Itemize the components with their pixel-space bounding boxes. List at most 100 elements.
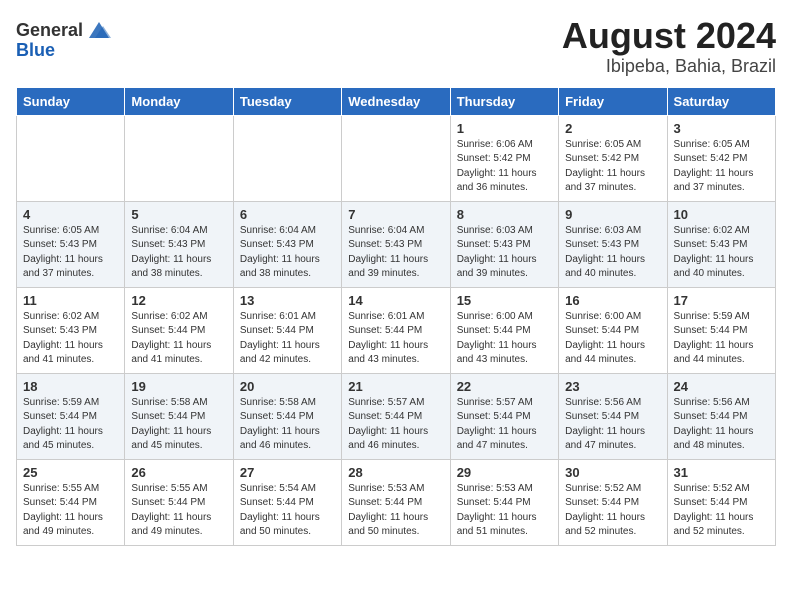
day-number: 25 [23, 465, 118, 480]
day-number: 27 [240, 465, 335, 480]
day-header-row: SundayMondayTuesdayWednesdayThursdayFrid… [17, 87, 776, 115]
day-number: 20 [240, 379, 335, 394]
day-info: Sunrise: 5:53 AM Sunset: 5:44 PM Dayligh… [457, 482, 552, 540]
week-row-3: 11 Sunrise: 6:02 AM Sunset: 5:43 PM Dayli… [17, 287, 776, 373]
day-number: 30 [565, 465, 660, 480]
calendar-cell: 10 Sunrise: 6:02 AM Sunset: 5:43 PM Dayli… [667, 201, 775, 287]
day-info: Sunrise: 6:02 AM Sunset: 5:43 PM Dayligh… [23, 310, 118, 368]
logo-blue: Blue [16, 40, 55, 61]
calendar-cell [17, 115, 125, 201]
day-info: Sunrise: 6:00 AM Sunset: 5:44 PM Dayligh… [565, 310, 660, 368]
day-header-wednesday: Wednesday [342, 87, 450, 115]
day-number: 16 [565, 293, 660, 308]
day-info: Sunrise: 5:54 AM Sunset: 5:44 PM Dayligh… [240, 482, 335, 540]
calendar-cell [342, 115, 450, 201]
calendar-cell: 23Sunrise: 5:56 AM Sunset: 5:44 PM Dayli… [559, 373, 667, 459]
day-info: Sunrise: 5:53 AM Sunset: 5:44 PM Dayligh… [348, 482, 443, 540]
calendar-cell: 21 Sunrise: 5:57 AM Sunset: 5:44 PM Dayli… [342, 373, 450, 459]
day-info: Sunrise: 5:58 AM Sunset: 5:44 PM Dayligh… [240, 396, 335, 454]
day-number: 11 [23, 293, 118, 308]
calendar-title: August 2024 [562, 16, 776, 56]
calendar-cell: 31 Sunrise: 5:52 AM Sunset: 5:44 PM Dayli… [667, 459, 775, 545]
day-info: Sunrise: 6:01 AM Sunset: 5:44 PM Dayligh… [348, 310, 443, 368]
day-number: 14 [348, 293, 443, 308]
day-info: Sunrise: 5:59 AM Sunset: 5:44 PM Dayligh… [674, 310, 769, 368]
day-info: Sunrise: 5:55 AM Sunset: 5:44 PM Dayligh… [131, 482, 226, 540]
day-number: 31 [674, 465, 769, 480]
day-number: 2 [565, 121, 660, 136]
week-row-2: 4 Sunrise: 6:05 AM Sunset: 5:43 PM Daylig… [17, 201, 776, 287]
day-number: 26 [131, 465, 226, 480]
day-info: Sunrise: 5:52 AM Sunset: 5:44 PM Dayligh… [674, 482, 769, 540]
day-info: Sunrise: 6:00 AM Sunset: 5:44 PM Dayligh… [457, 310, 552, 368]
day-info: Sunrise: 6:05 AM Sunset: 5:42 PM Dayligh… [565, 138, 660, 196]
title-block: August 2024 Ibipeba, Bahia, Brazil [562, 16, 776, 77]
day-info: Sunrise: 5:57 AM Sunset: 5:44 PM Dayligh… [348, 396, 443, 454]
day-info: Sunrise: 5:59 AM Sunset: 5:44 PM Dayligh… [23, 396, 118, 454]
day-number: 24 [674, 379, 769, 394]
calendar-cell: 24 Sunrise: 5:56 AM Sunset: 5:44 PM Dayli… [667, 373, 775, 459]
day-info: Sunrise: 5:57 AM Sunset: 5:44 PM Dayligh… [457, 396, 552, 454]
day-number: 23 [565, 379, 660, 394]
day-header-saturday: Saturday [667, 87, 775, 115]
day-number: 29 [457, 465, 552, 480]
calendar-cell: 25 Sunrise: 5:55 AM Sunset: 5:44 PM Dayli… [17, 459, 125, 545]
day-number: 4 [23, 207, 118, 222]
calendar-cell: 29 Sunrise: 5:53 AM Sunset: 5:44 PM Dayli… [450, 459, 558, 545]
day-info: Sunrise: 6:03 AM Sunset: 5:43 PM Dayligh… [457, 224, 552, 282]
week-row-4: 18Sunrise: 5:59 AM Sunset: 5:44 PM Dayli… [17, 373, 776, 459]
calendar-cell: 11 Sunrise: 6:02 AM Sunset: 5:43 PM Dayli… [17, 287, 125, 373]
day-info: Sunrise: 6:02 AM Sunset: 5:43 PM Dayligh… [674, 224, 769, 282]
day-info: Sunrise: 5:55 AM Sunset: 5:44 PM Dayligh… [23, 482, 118, 540]
day-info: Sunrise: 6:06 AM Sunset: 5:42 PM Dayligh… [457, 138, 552, 196]
calendar-cell: 5 Sunrise: 6:04 AM Sunset: 5:43 PM Daylig… [125, 201, 233, 287]
day-header-sunday: Sunday [17, 87, 125, 115]
day-number: 15 [457, 293, 552, 308]
week-row-1: 1 Sunrise: 6:06 AM Sunset: 5:42 PM Daylig… [17, 115, 776, 201]
day-header-monday: Monday [125, 87, 233, 115]
calendar-cell: 14 Sunrise: 6:01 AM Sunset: 5:44 PM Dayli… [342, 287, 450, 373]
calendar-cell: 4 Sunrise: 6:05 AM Sunset: 5:43 PM Daylig… [17, 201, 125, 287]
day-number: 3 [674, 121, 769, 136]
day-number: 1 [457, 121, 552, 136]
day-info: Sunrise: 6:04 AM Sunset: 5:43 PM Dayligh… [240, 224, 335, 282]
calendar-cell: 27 Sunrise: 5:54 AM Sunset: 5:44 PM Dayli… [233, 459, 341, 545]
day-number: 13 [240, 293, 335, 308]
day-number: 5 [131, 207, 226, 222]
calendar-cell [125, 115, 233, 201]
week-row-5: 25 Sunrise: 5:55 AM Sunset: 5:44 PM Dayli… [17, 459, 776, 545]
day-number: 28 [348, 465, 443, 480]
day-number: 22 [457, 379, 552, 394]
calendar-cell: 16 Sunrise: 6:00 AM Sunset: 5:44 PM Dayli… [559, 287, 667, 373]
day-number: 6 [240, 207, 335, 222]
calendar-cell: 7 Sunrise: 6:04 AM Sunset: 5:43 PM Daylig… [342, 201, 450, 287]
calendar-cell: 13Sunrise: 6:01 AM Sunset: 5:44 PM Dayli… [233, 287, 341, 373]
calendar-cell: 20 Sunrise: 5:58 AM Sunset: 5:44 PM Dayli… [233, 373, 341, 459]
calendar-cell: 22 Sunrise: 5:57 AM Sunset: 5:44 PM Dayli… [450, 373, 558, 459]
day-info: Sunrise: 6:05 AM Sunset: 5:42 PM Dayligh… [674, 138, 769, 196]
day-header-thursday: Thursday [450, 87, 558, 115]
day-number: 10 [674, 207, 769, 222]
page-header: General Blue August 2024 Ibipeba, Bahia,… [16, 16, 776, 77]
calendar-cell: 1 Sunrise: 6:06 AM Sunset: 5:42 PM Daylig… [450, 115, 558, 201]
calendar-cell: 30Sunrise: 5:52 AM Sunset: 5:44 PM Dayli… [559, 459, 667, 545]
day-number: 21 [348, 379, 443, 394]
calendar-cell: 6 Sunrise: 6:04 AM Sunset: 5:43 PM Daylig… [233, 201, 341, 287]
calendar-cell: 26 Sunrise: 5:55 AM Sunset: 5:44 PM Dayli… [125, 459, 233, 545]
day-info: Sunrise: 6:05 AM Sunset: 5:43 PM Dayligh… [23, 224, 118, 282]
calendar-table: SundayMondayTuesdayWednesdayThursdayFrid… [16, 87, 776, 546]
day-number: 7 [348, 207, 443, 222]
calendar-cell: 12Sunrise: 6:02 AM Sunset: 5:44 PM Dayli… [125, 287, 233, 373]
calendar-cell: 9Sunrise: 6:03 AM Sunset: 5:43 PM Daylig… [559, 201, 667, 287]
day-info: Sunrise: 5:58 AM Sunset: 5:44 PM Dayligh… [131, 396, 226, 454]
calendar-cell: 19Sunrise: 5:58 AM Sunset: 5:44 PM Dayli… [125, 373, 233, 459]
calendar-cell: 17Sunrise: 5:59 AM Sunset: 5:44 PM Dayli… [667, 287, 775, 373]
day-info: Sunrise: 5:56 AM Sunset: 5:44 PM Dayligh… [674, 396, 769, 454]
day-header-tuesday: Tuesday [233, 87, 341, 115]
day-info: Sunrise: 6:04 AM Sunset: 5:43 PM Dayligh… [348, 224, 443, 282]
calendar-cell: 18Sunrise: 5:59 AM Sunset: 5:44 PM Dayli… [17, 373, 125, 459]
day-info: Sunrise: 6:04 AM Sunset: 5:43 PM Dayligh… [131, 224, 226, 282]
calendar-cell: 15 Sunrise: 6:00 AM Sunset: 5:44 PM Dayli… [450, 287, 558, 373]
calendar-cell: 28 Sunrise: 5:53 AM Sunset: 5:44 PM Dayli… [342, 459, 450, 545]
day-number: 8 [457, 207, 552, 222]
